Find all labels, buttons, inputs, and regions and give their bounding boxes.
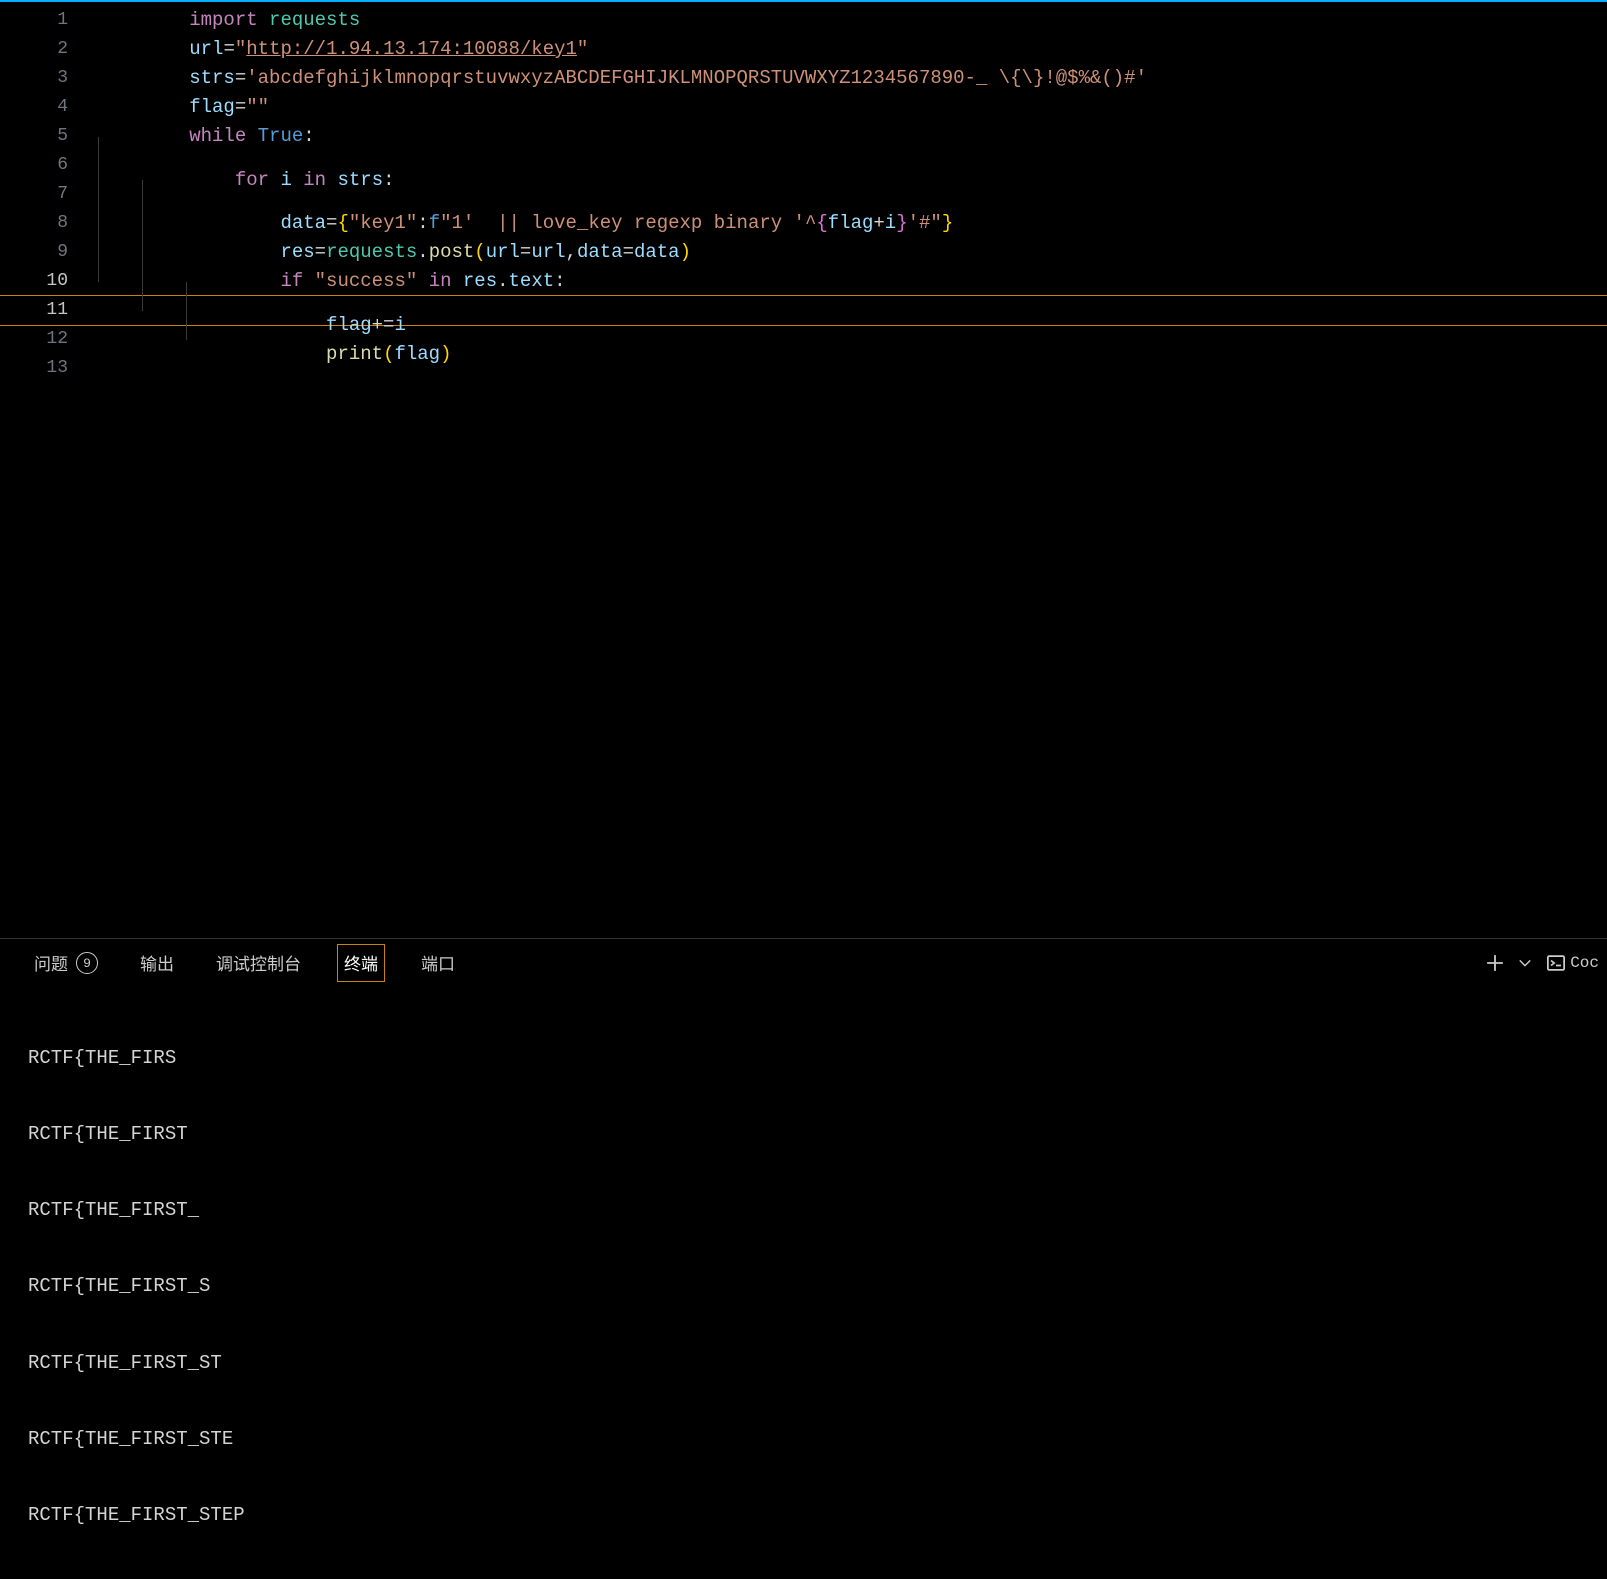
line-number: 7 bbox=[0, 180, 98, 209]
line-number: 5 bbox=[0, 122, 98, 151]
paren: ) bbox=[440, 343, 451, 365]
operator: + bbox=[873, 212, 884, 234]
code-area[interactable]: 1 import requests 2 url="http://1.94.13.… bbox=[0, 2, 1607, 383]
string: 'abcdefghijklmnopqrstuvwxyzABCDEFGHIJKLM… bbox=[246, 67, 1147, 89]
terminal-line: RCTF{THE_FIRST_S bbox=[28, 1274, 1579, 1299]
terminal-line: RCTF{THE_FIRST bbox=[28, 1122, 1579, 1147]
line-number: 9 bbox=[0, 238, 98, 267]
chevron-down-icon[interactable] bbox=[1518, 956, 1532, 970]
line-number: 2 bbox=[0, 35, 98, 64]
terminal-line: RCTF{THE_FIRST_STE bbox=[28, 1427, 1579, 1452]
string: '#" bbox=[908, 212, 942, 234]
terminal-line: RCTF{THE_FIRST_ bbox=[28, 1198, 1579, 1223]
tab-output[interactable]: 输出 bbox=[134, 945, 180, 981]
terminal-profile-label: Coc bbox=[1570, 954, 1599, 972]
indent-guide bbox=[186, 311, 187, 340]
operator: = bbox=[623, 241, 634, 263]
punctuation: : bbox=[554, 270, 565, 292]
line-number: 10 bbox=[0, 267, 98, 296]
tab-label: 调试控制台 bbox=[216, 950, 301, 976]
terminal-line: RCTF{THE_FIRST_STEP bbox=[28, 1503, 1579, 1528]
panel-right-controls: Coc bbox=[1486, 953, 1607, 973]
variable: flag bbox=[394, 343, 440, 365]
panel-tabbar: 问题 9 输出 调试控制台 终端 端口 Coc bbox=[0, 939, 1607, 987]
tab-label: 端口 bbox=[421, 950, 455, 976]
terminal-output[interactable]: RCTF{THE_FIRS RCTF{THE_FIRST RCTF{THE_FI… bbox=[0, 987, 1607, 1579]
variable: i bbox=[885, 212, 896, 234]
code-line-active[interactable]: 11 print(flag) bbox=[0, 295, 1607, 326]
punctuation: . bbox=[497, 270, 508, 292]
tab-label: 输出 bbox=[140, 950, 174, 976]
paren: ) bbox=[680, 241, 691, 263]
kwarg: data bbox=[577, 241, 623, 263]
tab-problems[interactable]: 问题 9 bbox=[28, 945, 104, 981]
indent-guide bbox=[98, 253, 99, 282]
tab-label: 终端 bbox=[344, 950, 378, 976]
line-number: 12 bbox=[0, 325, 98, 354]
line-number: 8 bbox=[0, 209, 98, 238]
line-number: 1 bbox=[0, 6, 98, 35]
brace: } bbox=[942, 212, 953, 234]
line-number: 3 bbox=[0, 64, 98, 93]
tab-ports[interactable]: 端口 bbox=[415, 945, 461, 981]
line-number: 6 bbox=[0, 151, 98, 180]
indent-guide bbox=[142, 282, 143, 311]
line-number: 11 bbox=[0, 296, 98, 325]
line-number: 4 bbox=[0, 93, 98, 122]
tab-terminal[interactable]: 终端 bbox=[337, 944, 385, 982]
paren: ( bbox=[383, 343, 394, 365]
tab-label: 问题 bbox=[34, 950, 68, 976]
variable: res bbox=[463, 270, 497, 292]
terminal-line: RCTF{THE_FIRST_ST bbox=[28, 1351, 1579, 1376]
new-terminal-icon[interactable] bbox=[1486, 954, 1504, 972]
function: print bbox=[326, 343, 383, 365]
line-number: 13 bbox=[0, 354, 98, 383]
bottom-panel: 问题 9 输出 调试控制台 终端 端口 Coc RC bbox=[0, 938, 1607, 1255]
brace: } bbox=[896, 212, 907, 234]
variable: flag bbox=[828, 212, 874, 234]
terminal-profile-icon[interactable]: Coc bbox=[1546, 953, 1599, 973]
attribute: text bbox=[509, 270, 555, 292]
variable: data bbox=[634, 241, 680, 263]
brace: { bbox=[816, 212, 827, 234]
terminal-line: RCTF{THE_FIRS bbox=[28, 1046, 1579, 1071]
problems-count-badge: 9 bbox=[76, 952, 98, 974]
punctuation: , bbox=[566, 241, 577, 263]
editor-area[interactable]: 1 import requests 2 url="http://1.94.13.… bbox=[0, 0, 1607, 938]
tab-debug-console[interactable]: 调试控制台 bbox=[210, 945, 307, 981]
